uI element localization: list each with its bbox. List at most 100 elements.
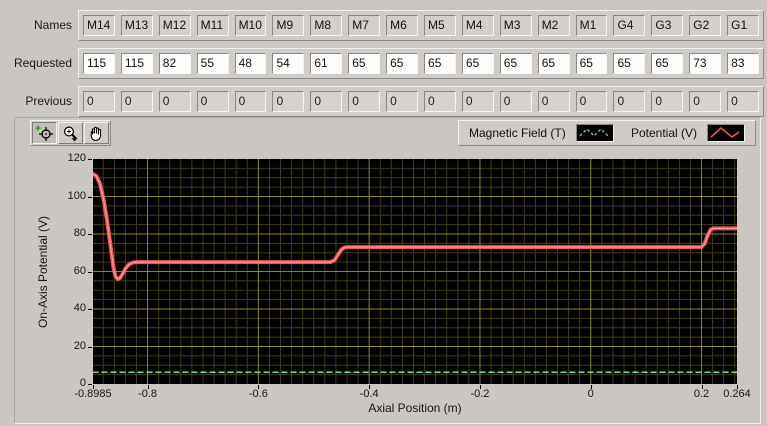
x-tick-label: -0.8 (138, 388, 158, 400)
y-tick-label: 0 (79, 377, 86, 389)
row-label-names: Names (33, 18, 72, 32)
previous-cell: 0 (613, 90, 646, 112)
names-cell[interactable]: M5 (424, 14, 456, 36)
names-cell[interactable]: M3 (499, 14, 532, 36)
names-cell[interactable]: G3 (651, 14, 684, 36)
requested-cell[interactable]: 82 (158, 52, 191, 74)
y-tick-mark (88, 384, 92, 385)
requested-cell[interactable]: 65 (424, 52, 456, 74)
table-row-names: Names M14 M13 M12 M11 M10 M9 M8 M7 M6 M5 M4 M3 M2 M1 G… (4, 9, 764, 41)
names-cell[interactable]: M13 (120, 14, 153, 36)
names-cell[interactable]: M6 (386, 14, 419, 36)
x-tick-label: -0.6 (248, 388, 268, 400)
table-row-previous: Previous 000000000000000000 (4, 85, 764, 117)
crosshair-icon (35, 125, 53, 141)
requested-cell[interactable]: 61 (310, 52, 343, 74)
plot-canvas[interactable] (93, 159, 737, 384)
potential-line-icon (710, 126, 740, 139)
y-tick-label: 120 (67, 152, 86, 164)
requested-cell[interactable]: 115 (120, 52, 153, 74)
y-tick-label: 20 (73, 339, 86, 352)
zoom-tool-button[interactable] (58, 122, 83, 144)
previous-cell: 0 (537, 90, 570, 112)
requested-cell[interactable]: 65 (499, 52, 532, 74)
requested-cell[interactable]: 73 (689, 52, 722, 74)
y-tick-mark (88, 196, 92, 198)
x-tick-label: -0.2 (470, 388, 490, 400)
graph-legend: Magnetic Field (T) Potential (V) (458, 120, 756, 146)
requested-cell[interactable]: 55 (196, 52, 229, 74)
names-cell[interactable]: G4 (613, 14, 646, 36)
x-tick-label: 0.264 (723, 388, 751, 400)
previous-cell: 0 (386, 90, 419, 112)
previous-cell: 0 (461, 90, 494, 112)
previous-cell: 0 (424, 90, 456, 112)
x-tick-label: -0.8985 (74, 388, 112, 400)
y-tick-mark (88, 159, 92, 160)
names-row-strip: M14 M13 M12 M11 M10 M9 M8 M7 M6 M5 M4 M3 M2 M1 G4 G3 G2 G… (78, 9, 764, 41)
names-cell[interactable]: M7 (348, 14, 381, 36)
requested-cell[interactable]: 54 (272, 52, 305, 74)
previous-cell: 0 (575, 90, 608, 112)
x-axis-title: Axial Position (m) (368, 401, 462, 415)
requested-cell[interactable]: 83 (727, 52, 760, 74)
series-potential-v- (93, 172, 737, 281)
table-row-requested: Requested 115 115 82 55 48 54 61 65 65 65 65 65 65 65… (4, 47, 764, 79)
potential-swatch[interactable] (707, 124, 745, 142)
x-tick-label: 0 (587, 388, 594, 400)
graph-palette (30, 120, 111, 146)
y-tick-mark (88, 346, 92, 348)
previous-cell: 0 (120, 90, 153, 112)
names-cell[interactable]: M12 (158, 14, 191, 36)
requested-cell[interactable]: 65 (461, 52, 494, 74)
names-cell[interactable]: M4 (461, 14, 494, 36)
y-tick-mark (88, 271, 92, 273)
names-cell[interactable]: M1 (575, 14, 608, 36)
legend-label-potential: Potential (V) (630, 126, 697, 140)
names-cell[interactable]: G2 (689, 14, 722, 36)
requested-row-strip: 115 115 82 55 48 54 61 65 65 65 65 65 65 65 65 65 73 83 (78, 47, 764, 79)
legend-item-magnetic-field[interactable]: Magnetic Field (T) (469, 124, 614, 142)
pan-tool-button[interactable] (84, 122, 109, 144)
x-tick-label: -0.4 (359, 388, 379, 400)
legend-item-potential[interactable]: Potential (V) (631, 124, 745, 142)
requested-cell[interactable]: 65 (575, 52, 608, 74)
previous-cell: 0 (234, 90, 267, 112)
previous-cell: 0 (83, 90, 115, 112)
requested-cell[interactable]: 65 (348, 52, 381, 74)
y-tick-label: 100 (67, 189, 86, 202)
x-tick-label: 0.2 (693, 388, 710, 400)
legend-label-magnetic-field: Magnetic Field (T) (469, 126, 566, 140)
previous-cell: 0 (689, 90, 722, 112)
previous-cell: 0 (272, 90, 305, 112)
previous-cell: 0 (310, 90, 343, 112)
previous-cell: 0 (348, 90, 381, 112)
names-cell[interactable]: M14 (83, 14, 115, 36)
previous-cell: 0 (651, 90, 684, 112)
magnetic-field-line-icon (579, 128, 609, 137)
requested-cell[interactable]: 65 (386, 52, 419, 74)
previous-cell: 0 (499, 90, 532, 112)
names-cell[interactable]: M8 (310, 14, 343, 36)
names-cell[interactable]: M9 (272, 14, 305, 36)
names-cell[interactable]: G1 (727, 14, 760, 36)
y-tick-mark (88, 309, 92, 310)
requested-cell[interactable]: 48 (234, 52, 267, 74)
previous-cell: 0 (727, 90, 760, 112)
names-cell[interactable]: M2 (537, 14, 570, 36)
requested-cell[interactable]: 65 (537, 52, 570, 74)
cursor-tool-button[interactable] (32, 122, 57, 144)
row-label-requested: Requested (13, 56, 72, 70)
requested-cell[interactable]: 65 (613, 52, 646, 74)
requested-cell[interactable]: 115 (83, 52, 115, 74)
names-cell[interactable]: M10 (234, 14, 267, 36)
magnetic-field-swatch[interactable] (575, 124, 614, 142)
hand-icon (90, 126, 102, 141)
magnifier-icon (63, 125, 78, 141)
row-label-previous: Previous (25, 94, 72, 108)
requested-cell[interactable]: 65 (651, 52, 684, 74)
previous-cell: 0 (158, 90, 191, 112)
previous-row-strip: 000000000000000000 (78, 85, 764, 117)
y-tick-mark (88, 234, 92, 235)
names-cell[interactable]: M11 (196, 14, 229, 36)
